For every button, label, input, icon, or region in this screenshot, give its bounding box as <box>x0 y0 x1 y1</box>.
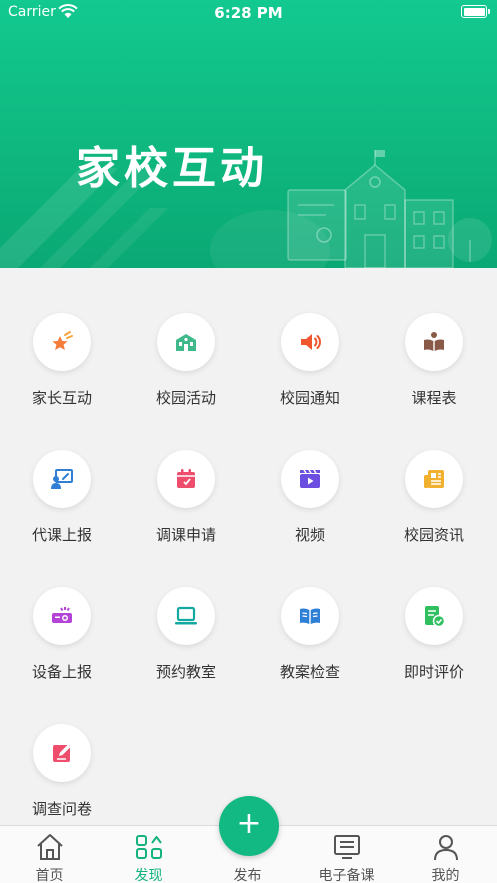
book-reader-icon <box>424 332 444 351</box>
status-bar: Carrier 6:28 PM <box>0 0 497 24</box>
speaker-icon <box>301 334 321 350</box>
document-screen-icon <box>334 835 360 859</box>
feature-icon-circle[interactable] <box>157 587 215 645</box>
tab-label: 电子备课 <box>318 868 375 883</box>
feature-icon-circle[interactable] <box>33 450 91 508</box>
feature-icon-circle[interactable] <box>281 587 339 645</box>
laptop-icon <box>175 606 197 625</box>
hero-banner[interactable]: 家校互动 <box>0 0 497 268</box>
feature-icon-circle[interactable] <box>405 450 463 508</box>
tab-label: 首页 <box>35 868 64 883</box>
battery-icon <box>461 5 490 18</box>
star-icon <box>52 331 73 350</box>
feature-video[interactable]: 视频 <box>248 405 372 544</box>
feature-label: 教案检查 <box>279 663 340 681</box>
tab-discover[interactable]: 发现 <box>99 826 198 883</box>
feature-instant-evaluation[interactable]: 即时评价 <box>372 542 496 681</box>
tab-label: 我的 <box>431 868 460 883</box>
school-building-icon <box>176 334 196 351</box>
feature-icon-circle[interactable] <box>33 313 91 371</box>
feature-campus-activity[interactable]: 校园活动 <box>124 268 248 407</box>
feature-label: 即时评价 <box>403 663 464 681</box>
edit-icon <box>53 744 71 762</box>
feature-grid: 家长互动 校园活动 校园通知 课程表 代课上报 调课申请 视频 校园资讯 设备上… <box>0 268 497 825</box>
feature-icon-circle[interactable] <box>157 450 215 508</box>
feature-campus-notice[interactable]: 校园通知 <box>248 268 372 407</box>
feature-campus-news[interactable]: 校园资讯 <box>372 405 496 544</box>
feature-schedule-change[interactable]: 调课申请 <box>124 405 248 544</box>
feature-icon-circle[interactable] <box>281 450 339 508</box>
feature-icon-circle[interactable] <box>33 724 91 782</box>
tab-home[interactable]: 首页 <box>0 826 99 883</box>
feature-icon-circle[interactable] <box>33 587 91 645</box>
feature-equipment-report[interactable]: 设备上报 <box>0 542 124 681</box>
feature-icon-circle[interactable] <box>157 313 215 371</box>
tab-label: 发现 <box>134 868 163 883</box>
tab-label: 发布 <box>233 868 262 883</box>
feature-icon-circle[interactable] <box>281 313 339 371</box>
projector-icon <box>52 607 72 623</box>
newspaper-icon <box>424 470 444 488</box>
feature-label: 调查问卷 <box>31 800 92 818</box>
banner-title: 家校互动 <box>76 143 268 194</box>
feature-icon-circle[interactable] <box>405 313 463 371</box>
feature-lesson-plan-check[interactable]: 教案检查 <box>248 542 372 681</box>
clock: 6:28 PM <box>214 4 283 22</box>
discover-grid-icon <box>136 835 162 859</box>
checklist-icon <box>425 606 446 628</box>
user-icon <box>434 835 458 861</box>
teacher-board-icon <box>51 469 73 489</box>
video-icon <box>300 469 320 488</box>
publish-plus-button[interactable]: + <box>219 796 279 856</box>
calendar-icon <box>177 469 195 488</box>
feature-icon-circle[interactable] <box>405 587 463 645</box>
open-book-icon <box>300 608 320 624</box>
feature-label: 预约教室 <box>155 663 216 681</box>
feature-substitute-report[interactable]: 代课上报 <box>0 405 124 544</box>
feature-parent-interaction[interactable]: 家长互动 <box>0 268 124 407</box>
feature-survey[interactable]: 调查问卷 <box>0 679 124 818</box>
tab-e-lesson-prep[interactable]: 电子备课 <box>297 826 396 883</box>
tab-me[interactable]: 我的 <box>396 826 495 883</box>
plus-icon: + <box>236 806 262 841</box>
home-icon <box>37 834 63 860</box>
feature-timetable[interactable]: 课程表 <box>372 268 496 407</box>
feature-book-classroom[interactable]: 预约教室 <box>124 542 248 681</box>
